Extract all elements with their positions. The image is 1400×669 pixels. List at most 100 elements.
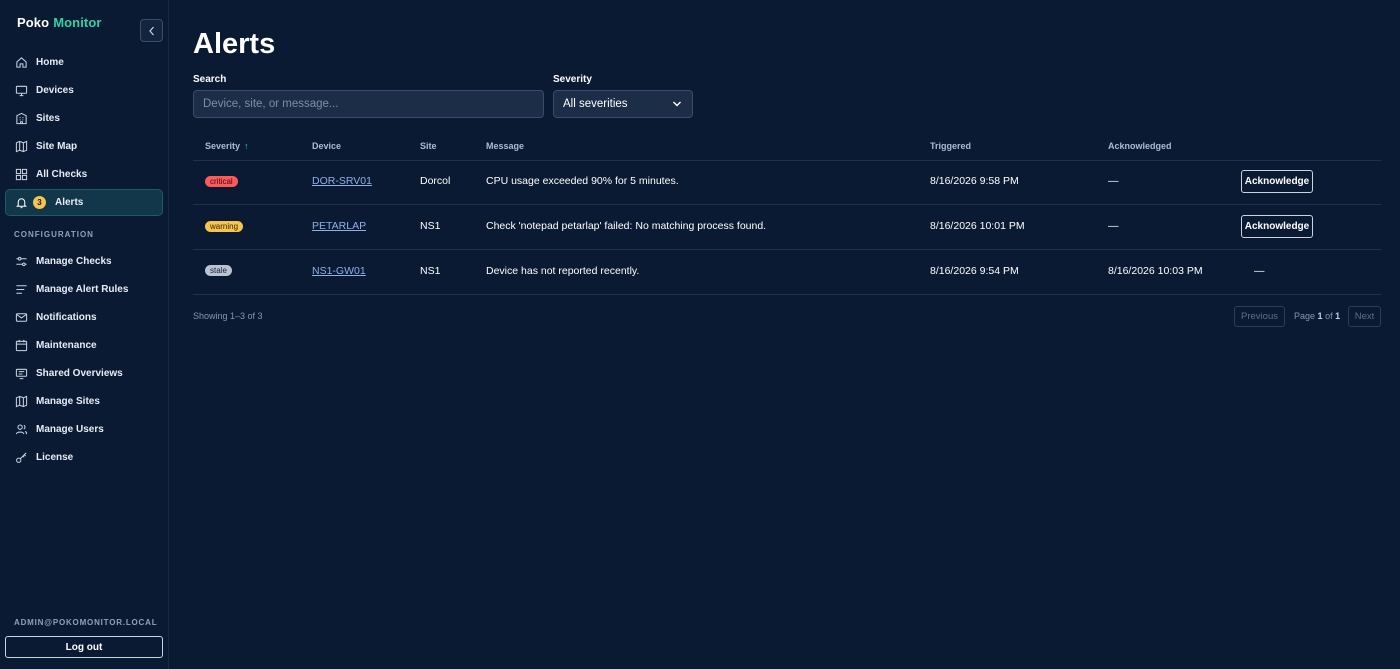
search-input[interactable] — [193, 90, 544, 118]
sidebar-item-devices[interactable]: Devices — [6, 77, 163, 103]
sidebar-item-manage-checks[interactable]: Manage Checks — [6, 248, 163, 274]
collapse-sidebar-button[interactable] — [140, 19, 163, 42]
screen-share-icon — [14, 366, 28, 380]
sidebar-item-alerts[interactable]: 3 Alerts — [5, 189, 163, 216]
page-prefix: Page — [1294, 311, 1316, 321]
table-divider — [193, 249, 1381, 250]
table-divider — [193, 204, 1381, 205]
key-icon — [14, 450, 28, 464]
search-label: Search — [193, 74, 227, 85]
current-page: 1 — [1317, 311, 1323, 321]
acknowledged-cell: — — [1108, 220, 1119, 232]
site-cell: Dorcol — [420, 175, 451, 187]
triggered-cell: 8/16/2026 9:54 PM — [930, 265, 1019, 277]
severity-label: Severity — [553, 74, 592, 85]
map-icon — [14, 139, 28, 153]
page-title: Alerts — [193, 28, 276, 60]
table-divider — [193, 160, 1381, 161]
grid-icon — [14, 167, 28, 181]
column-header-site[interactable]: Site — [420, 141, 437, 151]
column-header-device[interactable]: Device — [312, 141, 341, 151]
column-header-acknowledged[interactable]: Acknowledged — [1108, 141, 1172, 151]
message-cell: Check 'notepad petarlap' failed: No matc… — [486, 220, 767, 232]
severity-select-value: All severities — [563, 98, 628, 110]
results-count: Showing 1–3 of 3 — [193, 311, 263, 321]
sidebar-item-label: License — [36, 451, 74, 463]
acknowledged-cell: 8/16/2026 10:03 PM — [1108, 265, 1203, 277]
site-cell: NS1 — [420, 220, 441, 232]
sidebar-item-notifications[interactable]: Notifications — [6, 304, 163, 330]
sidebar-item-license[interactable]: License — [6, 444, 163, 470]
device-link[interactable]: NS1-GW01 — [312, 265, 366, 277]
sidebar-item-label: Manage Alert Rules — [36, 283, 129, 295]
brand-name-part1: Poko — [17, 15, 50, 30]
sort-ascending-icon: ↑ — [244, 141, 249, 151]
sidebar-item-label: Maintenance — [36, 339, 97, 351]
severity-badge-stale: stale — [205, 265, 232, 276]
page-of: of — [1325, 311, 1333, 321]
page-indicator: Page 1 of 1 — [1294, 311, 1340, 321]
user-email: ADMIN@POKOMONITOR.LOCAL — [14, 618, 158, 627]
logout-button[interactable]: Log out — [5, 636, 163, 658]
acknowledge-button[interactable]: Acknowledge — [1241, 170, 1313, 193]
sidebar-item-label: Alerts — [55, 197, 84, 208]
sidebar-item-manage-alert-rules[interactable]: Manage Alert Rules — [6, 276, 163, 302]
sidebar-item-label: Manage Users — [36, 423, 104, 435]
sidebar-item-shared-overviews[interactable]: Shared Overviews — [6, 360, 163, 386]
message-cell: Device has not reported recently. — [486, 265, 640, 277]
sidebar-item-label: All Checks — [36, 168, 88, 180]
severity-badge-critical: critical — [205, 176, 238, 187]
monitor-icon — [14, 83, 28, 97]
previous-page-button[interactable]: Previous — [1234, 306, 1285, 327]
column-header-message[interactable]: Message — [486, 141, 524, 151]
action-cell: — — [1254, 265, 1265, 277]
sidebar-item-label: Manage Checks — [36, 255, 112, 267]
column-header-severity[interactable]: Severity ↑ — [205, 141, 249, 151]
chevron-left-icon — [148, 26, 154, 35]
bell-icon — [14, 196, 28, 210]
sidebar-item-label: Notifications — [36, 311, 97, 323]
alert-count-badge: 3 — [33, 196, 46, 209]
site-cell: NS1 — [420, 265, 441, 277]
sliders-icon — [14, 254, 28, 268]
sidebar-item-label: Sites — [36, 112, 60, 124]
table-divider — [193, 294, 1381, 295]
sidebar-item-site-map[interactable]: Site Map — [6, 133, 163, 159]
total-pages: 1 — [1335, 311, 1341, 321]
building-icon — [14, 111, 28, 125]
acknowledge-button[interactable]: Acknowledge — [1241, 215, 1313, 238]
sidebar-item-label: Devices — [36, 84, 74, 96]
device-link[interactable]: DOR-SRV01 — [312, 175, 372, 187]
message-cell: CPU usage exceeded 90% for 5 minutes. — [486, 175, 679, 187]
severity-select[interactable]: All severities — [553, 90, 693, 118]
sidebar-item-label: Site Map — [36, 140, 78, 152]
sidebar-item-sites[interactable]: Sites — [6, 105, 163, 131]
triggered-cell: 8/16/2026 10:01 PM — [930, 220, 1025, 232]
brand-logo[interactable]: Poko Monitor — [17, 15, 102, 30]
sidebar-item-label: Manage Sites — [36, 395, 100, 407]
chevron-down-icon — [672, 100, 682, 108]
sidebar-item-home[interactable]: Home — [6, 49, 163, 75]
mail-icon — [14, 310, 28, 324]
sidebar-item-all-checks[interactable]: All Checks — [6, 161, 163, 187]
column-header-label: Severity — [205, 141, 241, 151]
sidebar-item-maintenance[interactable]: Maintenance — [6, 332, 163, 358]
home-icon — [14, 55, 28, 69]
brand-name-part2: Monitor — [53, 15, 102, 30]
sidebar-item-manage-users[interactable]: Manage Users — [6, 416, 163, 442]
next-page-button[interactable]: Next — [1348, 306, 1381, 327]
sidebar-item-label: Home — [36, 56, 64, 68]
users-icon — [14, 422, 28, 436]
device-link[interactable]: PETARLAP — [312, 220, 366, 232]
list-icon — [14, 282, 28, 296]
sidebar-item-label: Shared Overviews — [36, 367, 123, 379]
triggered-cell: 8/16/2026 9:58 PM — [930, 175, 1019, 187]
calendar-icon — [14, 338, 28, 352]
configuration-section-label: CONFIGURATION — [14, 230, 94, 239]
map-icon — [14, 394, 28, 408]
acknowledged-cell: — — [1108, 175, 1119, 187]
column-header-triggered[interactable]: Triggered — [930, 141, 971, 151]
sidebar-item-manage-sites[interactable]: Manage Sites — [6, 388, 163, 414]
severity-badge-warning: warning — [205, 221, 244, 232]
sidebar: Poko Monitor Home Devices Sites Site Map … — [0, 0, 169, 669]
